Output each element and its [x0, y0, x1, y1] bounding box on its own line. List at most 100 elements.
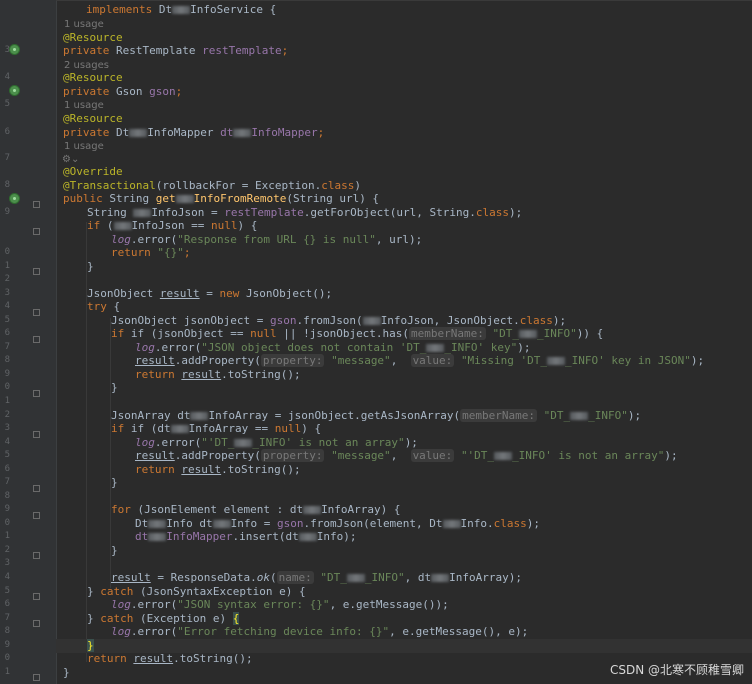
line-number: 0: [4, 247, 10, 257]
override-gutter-icon[interactable]: [9, 193, 20, 204]
line-number: 1: [4, 396, 10, 406]
line-number: 5: [4, 450, 10, 460]
line-number: 5: [4, 315, 10, 325]
code-line: public String get InfoFromRemote(String u…: [63, 192, 380, 205]
fold-marker-icon[interactable]: [33, 552, 40, 559]
line-number: [0, 192, 10, 206]
fold-marker-icon[interactable]: [33, 309, 40, 316]
line-number: 4: [4, 72, 10, 82]
fold-marker-icon[interactable]: [33, 593, 40, 600]
editor-gutter: 3 4 5 6 7 8 9 0 1 2 3 4 5 6 7 8 9 0 1 2 3 4 5 6 7 8 9 0 1 2 3 4 5 6 7 8 9 0 1: [0, 0, 57, 684]
line-number: 6: [4, 328, 10, 338]
line-number: 8: [4, 491, 10, 501]
code-lens-icon[interactable]: ⚙⌄: [62, 152, 752, 166]
code-line: } catch (Exception e) {: [87, 612, 240, 625]
fold-marker-icon[interactable]: [33, 674, 40, 681]
top-divider: [56, 0, 752, 1]
fold-marker-icon[interactable]: [33, 390, 40, 397]
line-number: [0, 219, 10, 233]
line-number: [0, 139, 10, 153]
line-number: [0, 58, 10, 72]
line-number: 6: [4, 599, 10, 609]
line-number: 8: [4, 355, 10, 365]
code-line: }: [111, 544, 118, 557]
line-number: [0, 31, 10, 45]
code-line: @Resource: [63, 112, 123, 125]
code-line: JsonObject result = new JsonObject();: [87, 287, 333, 300]
fold-marker-icon[interactable]: [33, 512, 40, 519]
line-number: 0: [4, 382, 10, 392]
code-line: try {: [87, 300, 121, 313]
line-number: [0, 85, 10, 99]
line-number: 0: [4, 653, 10, 663]
code-line: result = ResponseData.ok(name: "DT_ _INFO…: [111, 571, 522, 584]
line-number: 0: [4, 518, 10, 528]
fold-marker-icon[interactable]: [33, 336, 40, 343]
code-line: return result.toString();: [135, 368, 301, 381]
code-line: for (JsonElement element : dt InfoArray) …: [111, 503, 401, 516]
line-number: [0, 165, 10, 179]
code-line: String InfoJson = restTemplate.getForObj…: [87, 206, 523, 219]
code-line: JsonArray dt InfoArray = jsonObject.getAs…: [111, 409, 642, 422]
line-number: 5: [4, 586, 10, 596]
code-line: log.error("Error fetching device info: {…: [111, 625, 529, 638]
code-line: result.addProperty(property: "message", …: [135, 449, 678, 462]
line-number: 4: [4, 572, 10, 582]
line-number: 4: [4, 437, 10, 447]
line-number: 9: [4, 207, 10, 217]
usage-hint[interactable]: 1 usage: [64, 139, 752, 153]
code-line: log.error("Response from URL {} is null"…: [111, 233, 423, 246]
fold-marker-icon[interactable]: [33, 620, 40, 627]
code-line: if (InfoJson == null) {: [87, 219, 258, 232]
usage-hint[interactable]: 1 usage: [64, 98, 752, 112]
line-number: 5: [4, 99, 10, 109]
line-number: 3: [4, 423, 10, 433]
line-number: 7: [4, 477, 10, 487]
line-number: 6: [4, 464, 10, 474]
line-number: [0, 17, 10, 31]
bean-gutter-icon[interactable]: [9, 44, 20, 55]
line-number: [0, 233, 10, 247]
code-line: }: [111, 476, 118, 489]
line-number: 9: [4, 504, 10, 514]
bean-gutter-icon[interactable]: [9, 85, 20, 96]
line-number: 9: [4, 640, 10, 650]
usage-hint[interactable]: 2 usages: [64, 58, 752, 72]
current-line[interactable]: }: [56, 639, 752, 653]
code-line: private Gson gson;: [63, 85, 183, 98]
code-line: @Transactional(rollbackFor = Exception.c…: [63, 179, 362, 192]
code-line: log.error("JSON syntax error: {}", e.get…: [111, 598, 449, 611]
fold-marker-icon[interactable]: [33, 228, 40, 235]
csdn-watermark: CSDN @北寒不顾稚雪卿: [609, 663, 744, 677]
line-number: 7: [4, 613, 10, 623]
line-number: 1: [4, 261, 10, 271]
code-line: @Resource: [63, 31, 123, 44]
line-number: 1: [4, 531, 10, 541]
line-number: 3: [4, 558, 10, 568]
code-line: result.addProperty(property: "message", …: [135, 354, 705, 367]
fold-marker-icon[interactable]: [33, 431, 40, 438]
usage-hint[interactable]: 1 usage: [64, 17, 752, 31]
code-line: }: [87, 260, 94, 273]
code-editor[interactable]: implements Dt InfoService { 1 usage @Reso…: [56, 0, 752, 684]
line-number: [0, 3, 10, 17]
line-number: 3: [4, 45, 10, 55]
code-line: Dt Info dt Info = gson.fromJson(element, D…: [135, 517, 541, 530]
line-number: 4: [4, 301, 10, 311]
code-line: JsonObject jsonObject = gson.fromJson(In…: [111, 314, 567, 327]
line-number: 7: [4, 153, 10, 163]
fold-marker-icon[interactable]: [33, 201, 40, 208]
code-line: private RestTemplate restTemplate;: [63, 44, 289, 57]
code-line: if if (dt InfoArray == null) {: [111, 422, 322, 435]
code-line: } catch (JsonSyntaxException e) {: [87, 585, 306, 598]
fold-marker-icon[interactable]: [33, 485, 40, 492]
code-line: return result.toString();: [135, 463, 301, 476]
line-number: 6: [4, 127, 10, 137]
line-number: 1: [4, 667, 10, 677]
line-number: 2: [4, 545, 10, 555]
fold-marker-icon[interactable]: [33, 268, 40, 275]
line-number: 2: [4, 410, 10, 420]
code-line: private Dt InfoMapper dt InfoMapper;: [63, 126, 325, 139]
code-line: @Resource: [63, 71, 123, 84]
line-number: 2: [4, 274, 10, 284]
